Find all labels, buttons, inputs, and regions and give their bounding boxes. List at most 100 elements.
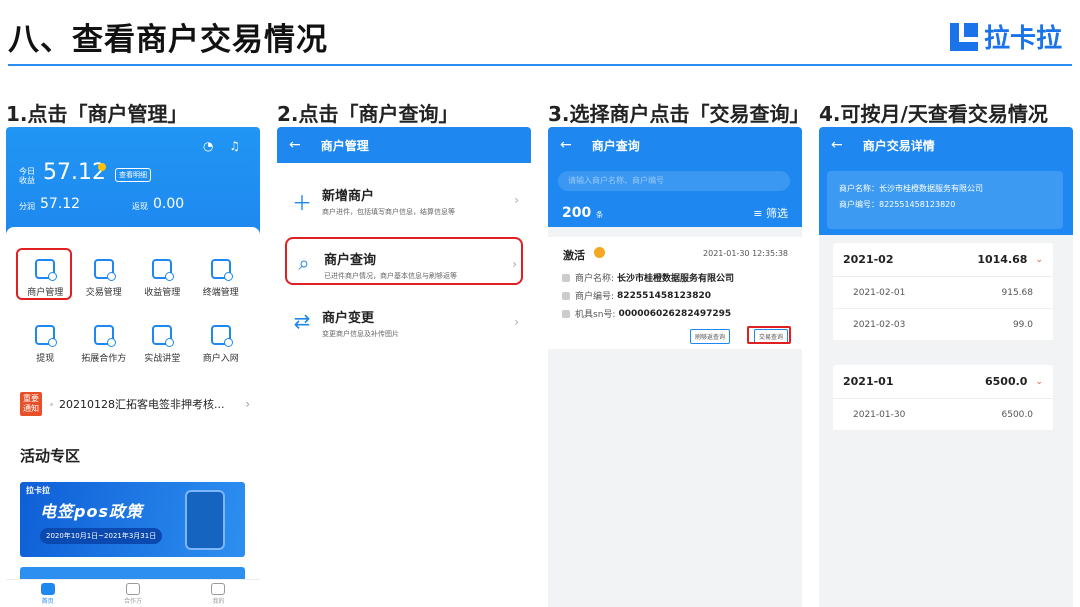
nav-title: 商户交易详情 <box>862 138 935 153</box>
function-grid: 商户管理 交易管理 收益管理 终端管理 提现 拓展合作方 实战讲堂 商户入网 <box>16 248 251 370</box>
notice-bar[interactable]: 重要通知 20210128汇拓客电签非押考核... › <box>20 392 250 416</box>
split-label: 分润 <box>19 202 35 211</box>
notice-text: 20210128汇拓客电签非押考核... <box>59 398 225 411</box>
grid-income-management[interactable]: 收益管理 <box>133 252 192 304</box>
search-icon: ⌕ <box>298 251 310 275</box>
function-card: 商户管理 交易管理 收益管理 终端管理 提现 拓展合作方 实战讲堂 商户入网 重… <box>6 227 260 607</box>
split-value: 57.12 <box>40 196 81 212</box>
search-area: 请输入商户名称、商户编号 200 条 ≡ 筛选 <box>548 163 802 227</box>
merchant-name-row: 商户名称: 长沙市桂橙数据服务有限公司 <box>562 271 734 284</box>
status-badge-icon <box>594 247 605 258</box>
screen-merchant-management: ← 商户管理 ＋ 新增商户 商户进件，包括填写商户信息，结算信息等 › ⌕ 商户查… <box>277 127 531 607</box>
home-icon <box>40 582 55 595</box>
tab-partner[interactable]: 合作方 <box>124 582 142 605</box>
chevron-right-icon: › <box>514 315 519 329</box>
chart-icon <box>152 258 175 281</box>
classroom-icon <box>152 324 175 347</box>
step-4-caption: 4.可按月/天查看交易情况 <box>819 102 1048 126</box>
screen-merchant-query: ← 商户查询 请输入商户名称、商户编号 200 条 ≡ 筛选 激活 2021-01… <box>548 127 802 607</box>
terminal-icon <box>210 258 233 281</box>
grid-trade-management[interactable]: 交易管理 <box>75 252 134 304</box>
bottom-tab-bar: 首页 合作方 我的 <box>6 579 260 607</box>
grid-partner[interactable]: 拓展合作方 <box>75 318 134 370</box>
search-input[interactable]: 请输入商户名称、商户编号 <box>558 171 790 191</box>
grid-merchant-onboard[interactable]: 商户入网 <box>192 318 251 370</box>
info-merchant-no: 商户编号：822551458123820 <box>839 200 956 209</box>
brand-logo: 拉卡拉 <box>949 18 1062 55</box>
timestamp: 2021-01-30 12:35:38 <box>703 249 788 258</box>
smile-icon <box>211 582 226 595</box>
chevron-down-icon: ⌄ <box>1035 254 1043 265</box>
nav-bar: ← 商户管理 <box>277 127 531 163</box>
info-merchant-name: 商户名称：长沙市桂橙数据服务有限公司 <box>839 184 983 193</box>
swap-icon: ⇄ <box>293 309 311 333</box>
back-arrow-icon[interactable]: ← <box>831 137 843 153</box>
activity-title: 活动专区 <box>20 447 81 465</box>
today-earnings-label: 今日 收益 <box>19 167 35 185</box>
menu-query-merchant[interactable]: ⌕ 商户查询 已进件商户情况，商户基本信息与刷够返等 › <box>285 237 523 285</box>
month-block: 2021-02 1014.68 ⌄ 2021-02-01 915.68 2021-02… <box>833 243 1053 341</box>
lakala-logo-icon <box>949 22 978 51</box>
nav-bar: ← 商户查询 <box>548 127 802 163</box>
id-icon <box>562 291 570 300</box>
grid-classroom[interactable]: 实战讲堂 <box>133 318 192 370</box>
pos-terminal-icon <box>185 490 225 550</box>
merchant-info: 商户名称：长沙市桂橙数据服务有限公司 商户编号：822551458123820 <box>819 163 1073 235</box>
menu-list: ＋ 新增商户 商户进件，包括填写商户信息，结算信息等 › ⌕ 商户查询 已进件商… <box>277 163 531 607</box>
withdraw-icon <box>35 324 58 347</box>
onboard-icon <box>210 324 233 347</box>
banner-date: 2020年10月1日~2021年3月31日 <box>40 528 163 544</box>
slide-title: 八、查看商户交易情况 <box>8 22 328 58</box>
month-header[interactable]: 2021-02 1014.68 ⌄ <box>833 243 1053 277</box>
plus-icon: ＋ <box>292 191 312 215</box>
merchant-icon <box>35 258 58 281</box>
step-2-caption: 2.点击「商户查询」 <box>277 102 459 126</box>
back-arrow-icon[interactable]: ← <box>560 137 572 153</box>
calendar-icon <box>93 258 116 281</box>
nav-title: 商户管理 <box>320 138 369 153</box>
menu-add-merchant[interactable]: ＋ 新增商户 商户进件，包括填写商户信息，结算信息等 › <box>285 175 523 223</box>
merchant-card[interactable]: 激活 2021-01-30 12:35:38 商户名称: 长沙市桂橙数据服务有限公… <box>548 237 802 349</box>
banner-text: 电签pos政策 <box>40 502 143 521</box>
highlight-box <box>747 326 791 344</box>
nav-bar: ← 商户交易详情 <box>819 127 1073 163</box>
chevron-right-icon: › <box>514 193 519 207</box>
promo-banner[interactable]: 拉卡拉 电签pos政策 2020年10月1日~2021年3月31日 <box>20 482 245 557</box>
brand-name: 拉卡拉 <box>983 24 1062 54</box>
day-row: 2021-02-03 99.0 <box>833 309 1053 341</box>
sn-row: 机具sn号: 000006026282497295 <box>562 307 731 320</box>
grid-merchant-management[interactable]: 商户管理 <box>16 248 75 304</box>
month-block: 2021-01 6500.0 ⌄ 2021-01-30 6500.0 <box>833 365 1053 431</box>
step-1-caption: 1.点击「商户管理」 <box>6 102 188 126</box>
earnings-header: ◔ ♫ 今日 收益 57.12 查看明细 分润 57.12 返现 0.00 <box>6 127 260 235</box>
return-label: 返现 <box>132 202 148 211</box>
partner-icon <box>93 324 116 347</box>
grid-terminal-management[interactable]: 终端管理 <box>192 252 251 304</box>
chevron-down-icon: ⌄ <box>1035 376 1043 387</box>
menu-change-merchant[interactable]: ⇄ 商户变更 变更商户信息及补传图片 › <box>285 297 523 345</box>
title-divider <box>8 64 1072 66</box>
month-header[interactable]: 2021-01 6500.0 ⌄ <box>833 365 1053 399</box>
screen-home: ◔ ♫ 今日 收益 57.12 查看明细 分润 57.12 返现 0.00 商户管… <box>6 127 260 607</box>
tab-home[interactable]: 首页 <box>40 582 55 605</box>
banner-logo: 拉卡拉 <box>26 486 50 495</box>
user-icon <box>125 582 140 595</box>
view-detail-button[interactable]: 查看明细 <box>115 168 151 182</box>
today-earnings-value: 57.12 <box>43 160 106 185</box>
nav-title: 商户查询 <box>591 138 640 153</box>
merchant-no-row: 商户编号: 822551458123820 <box>562 289 711 302</box>
notice-tag: 重要通知 <box>20 392 42 416</box>
return-value: 0.00 <box>153 196 185 212</box>
status-label: 激活 <box>563 249 585 262</box>
device-icon <box>562 309 570 318</box>
refund-query-button[interactable]: 刷够返查询 <box>689 329 730 344</box>
result-count: 200 条 <box>562 205 604 221</box>
grid-withdraw[interactable]: 提现 <box>16 318 75 370</box>
filter-button[interactable]: ≡ 筛选 <box>753 205 788 221</box>
back-arrow-icon[interactable]: ← <box>289 137 301 153</box>
tab-mine[interactable]: 我的 <box>211 582 226 605</box>
day-row: 2021-01-30 6500.0 <box>833 399 1053 431</box>
day-row: 2021-02-01 915.68 <box>833 277 1053 309</box>
step-3-caption: 3.选择商户点击「交易查询」 <box>548 102 810 126</box>
header-icons[interactable]: ◔ ♫ <box>203 139 246 153</box>
